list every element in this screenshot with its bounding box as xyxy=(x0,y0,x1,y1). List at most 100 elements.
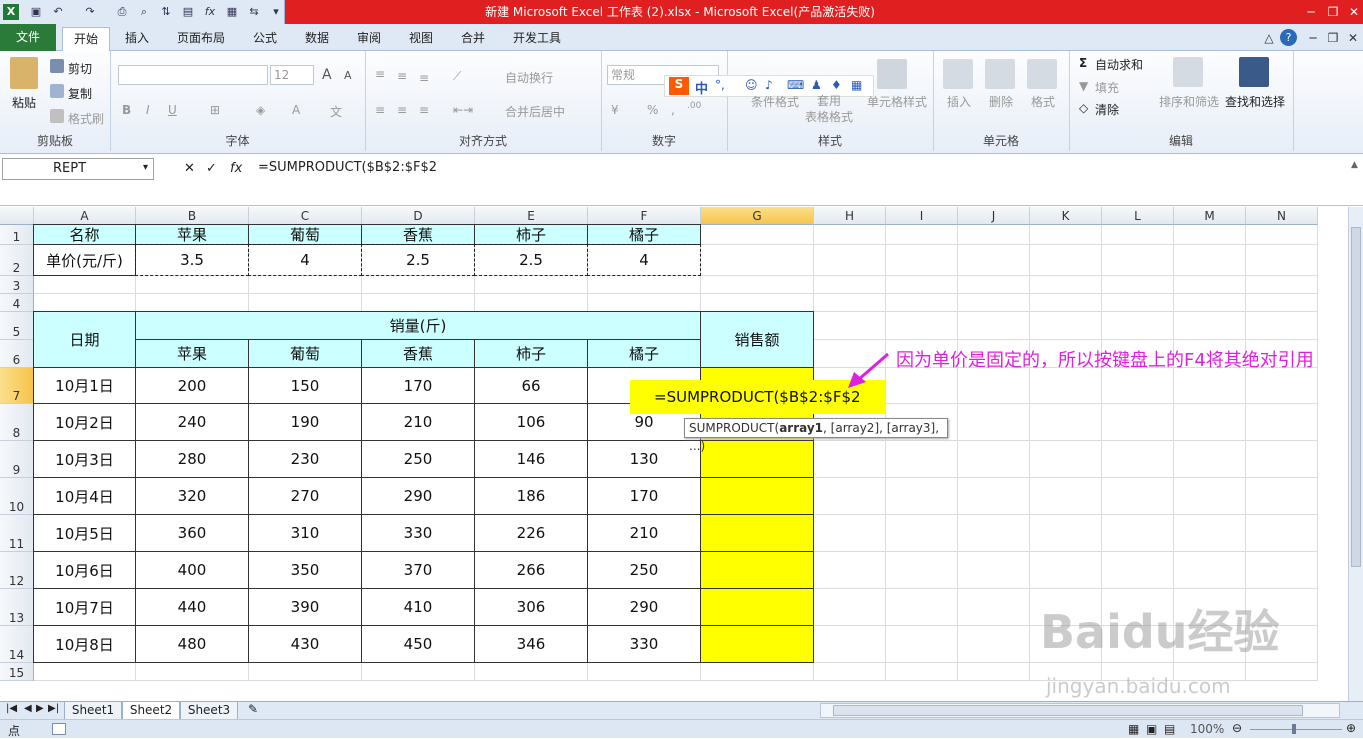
date-cell[interactable]: 10月8日 xyxy=(33,625,136,663)
date-cell[interactable]: 10月5日 xyxy=(33,514,136,552)
column-header-g[interactable]: G xyxy=(701,207,814,225)
insert-cells-icon[interactable] xyxy=(943,59,973,89)
grid-cell[interactable] xyxy=(886,225,958,245)
qty-cell[interactable]: 390 xyxy=(248,588,362,626)
row-header-14[interactable]: 14 xyxy=(0,626,34,663)
formula-expand-icon[interactable]: ▲ xyxy=(1351,160,1358,170)
qty-cell[interactable]: 310 xyxy=(248,514,362,552)
merge-center-button[interactable]: 合并后居中 xyxy=(505,103,565,120)
price-value-cell[interactable]: 2.5 xyxy=(361,244,475,276)
grid-cell[interactable] xyxy=(886,663,958,681)
format-cells-button[interactable]: 格式 xyxy=(1031,93,1055,110)
grid-cell[interactable] xyxy=(1174,312,1246,340)
decimal-icon[interactable]: .00 xyxy=(687,101,701,111)
tab-page-layout[interactable]: 页面布局 xyxy=(168,27,234,51)
qty-cell[interactable]: 290 xyxy=(587,588,701,626)
grid-cell[interactable] xyxy=(886,515,958,552)
page-layout-view-icon[interactable]: ▣ xyxy=(1146,722,1157,736)
horizontal-scrollbar[interactable] xyxy=(820,703,1340,718)
grid-cell[interactable] xyxy=(1102,552,1174,589)
qty-cell[interactable]: 210 xyxy=(587,514,701,552)
row-header-15[interactable]: 15 xyxy=(0,663,34,681)
sort-filter-icon[interactable] xyxy=(1173,57,1203,87)
qty-cell[interactable]: 350 xyxy=(248,551,362,589)
grid-cell[interactable] xyxy=(814,663,886,681)
grid-cell[interactable] xyxy=(136,276,249,294)
phonetic-icon[interactable]: 文 xyxy=(330,103,342,120)
grid-cell[interactable] xyxy=(1246,245,1318,276)
price-header-cell[interactable]: 橘子 xyxy=(587,224,701,245)
price-header-cell[interactable]: 葡萄 xyxy=(248,224,362,245)
tab-data[interactable]: 数据 xyxy=(294,27,340,51)
grid-cell[interactable] xyxy=(1174,441,1246,478)
fill-color-icon[interactable]: ◈ xyxy=(256,103,265,117)
chart-icon[interactable]: ▤ xyxy=(180,4,196,20)
qty-cell[interactable]: 360 xyxy=(135,514,249,552)
align-center-icon[interactable]: ≡ xyxy=(397,103,407,117)
column-header-c[interactable]: C xyxy=(249,207,362,225)
grid-cell[interactable] xyxy=(1246,294,1318,312)
grid-cell[interactable] xyxy=(1102,312,1174,340)
grid-cell[interactable] xyxy=(886,312,958,340)
copy-button[interactable]: 复制 xyxy=(68,85,92,102)
grid-cell[interactable] xyxy=(886,626,958,663)
qty-cell[interactable]: 306 xyxy=(474,588,588,626)
grid-cell[interactable] xyxy=(886,276,958,294)
customize-qat-icon[interactable]: ▾ xyxy=(268,4,284,20)
grid-cell[interactable] xyxy=(814,515,886,552)
grid-cell[interactable] xyxy=(1174,276,1246,294)
format-painter-button[interactable]: 格式刷 xyxy=(68,110,104,127)
grid-cell[interactable] xyxy=(1174,404,1246,441)
grid-cell[interactable] xyxy=(958,589,1030,626)
qty-cell[interactable]: 290 xyxy=(361,477,475,515)
amount-header-cell[interactable]: 销售额 xyxy=(700,311,814,368)
minimize-icon[interactable]: ─ xyxy=(1300,3,1322,21)
grow-font-icon[interactable]: A xyxy=(322,67,332,83)
grid-cell[interactable] xyxy=(1102,441,1174,478)
font-name-select[interactable] xyxy=(118,65,268,85)
ime-punct-icon[interactable]: °, xyxy=(715,78,725,92)
cancel-formula-icon[interactable]: ✕ xyxy=(184,161,195,176)
font-size-select[interactable]: 12 xyxy=(270,65,314,85)
grid-cell[interactable] xyxy=(34,276,136,294)
row-header-6[interactable]: 6 xyxy=(0,340,34,368)
grid-cell[interactable] xyxy=(1102,404,1174,441)
vertical-scroll-thumb[interactable] xyxy=(1351,227,1361,567)
qty-cell[interactable]: 320 xyxy=(135,477,249,515)
grid-cell[interactable] xyxy=(1174,245,1246,276)
grid-cell[interactable] xyxy=(34,663,136,681)
grid-cell[interactable] xyxy=(1246,312,1318,340)
grid-cell[interactable] xyxy=(34,294,136,312)
format-cells-icon[interactable] xyxy=(1027,59,1057,89)
paste-icon[interactable] xyxy=(10,57,38,89)
name-box-dropdown-icon[interactable]: ▾ xyxy=(143,162,148,173)
qty-cell[interactable]: 186 xyxy=(474,477,588,515)
function-icon[interactable]: fx xyxy=(202,4,218,20)
amount-cell[interactable] xyxy=(700,588,814,626)
horizontal-scroll-thumb[interactable] xyxy=(833,705,1303,716)
amount-cell[interactable] xyxy=(700,625,814,663)
amount-cell[interactable] xyxy=(700,477,814,515)
grid-cell[interactable] xyxy=(362,294,475,312)
grid-cell[interactable] xyxy=(886,441,958,478)
cell-styles-icon[interactable] xyxy=(877,59,907,89)
price-value-cell[interactable]: 4 xyxy=(248,244,362,276)
date-header-cell[interactable]: 日期 xyxy=(33,311,136,368)
link-icon[interactable]: ⇆ xyxy=(246,4,262,20)
new-sheet-icon[interactable]: ✎ xyxy=(248,702,258,716)
grid-cell[interactable] xyxy=(1030,478,1102,515)
qty-cell[interactable]: 400 xyxy=(135,551,249,589)
date-cell[interactable]: 10月1日 xyxy=(33,367,136,404)
grid-cell[interactable] xyxy=(249,276,362,294)
sort-filter-button[interactable]: 排序和筛选 xyxy=(1159,93,1219,110)
row-header-10[interactable]: 10 xyxy=(0,478,34,515)
cut-button[interactable]: 剪切 xyxy=(68,60,92,77)
ribbon-collapse-icon[interactable]: △ xyxy=(1258,29,1280,47)
price-label-cell[interactable]: 单价(元/斤) xyxy=(33,244,136,276)
grid-cell[interactable] xyxy=(814,441,886,478)
grid-cell[interactable] xyxy=(814,276,886,294)
column-header-l[interactable]: L xyxy=(1102,207,1174,225)
qty-cell[interactable]: 210 xyxy=(361,403,475,441)
enter-formula-icon[interactable]: ✓ xyxy=(206,161,217,176)
amount-cell[interactable] xyxy=(700,440,814,478)
